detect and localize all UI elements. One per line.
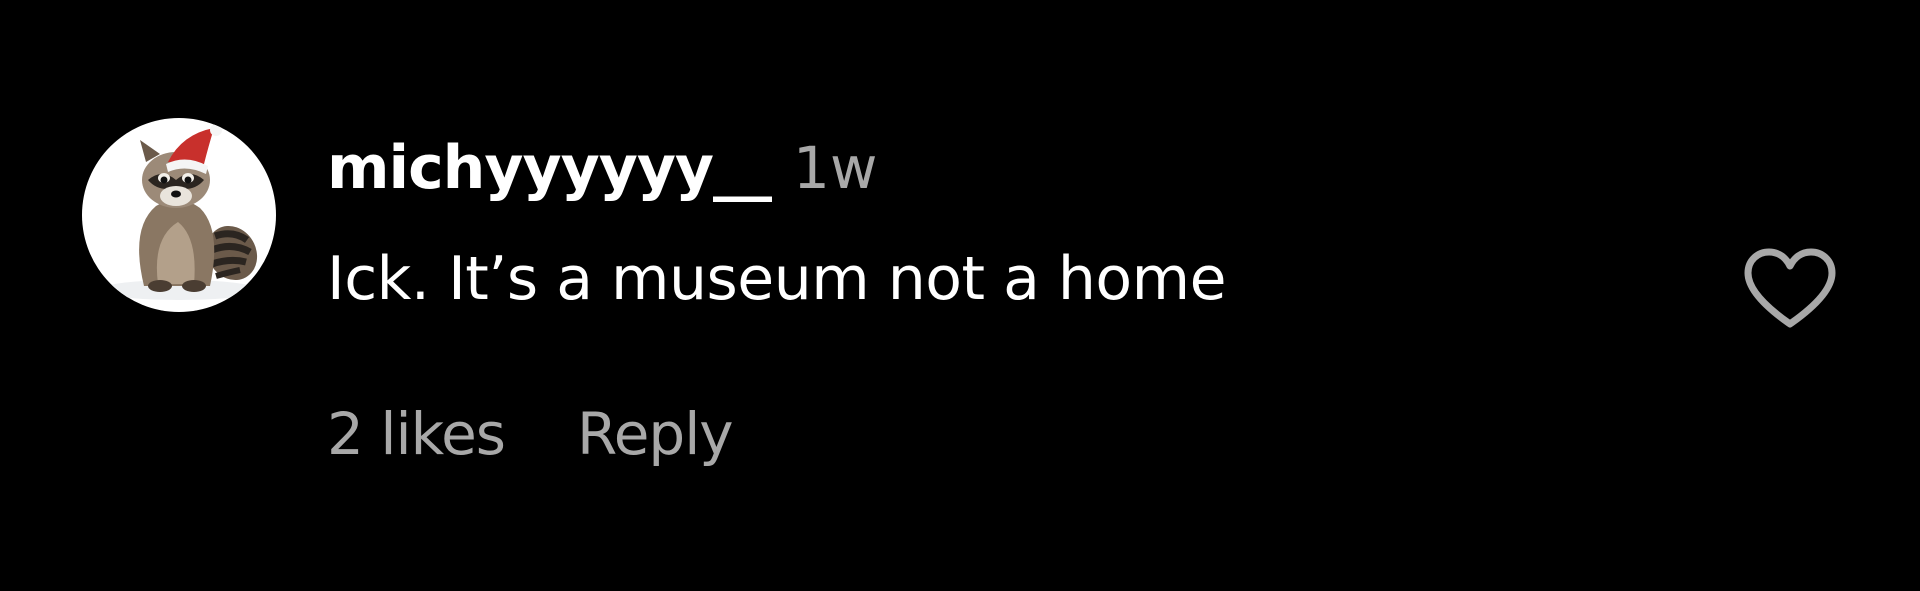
heart-outline-icon	[1744, 248, 1836, 328]
comment-item: michyyyyyy__ 1w Ick. It’s a museum not a …	[0, 0, 1920, 591]
like-button[interactable]	[1740, 246, 1840, 330]
username-link[interactable]: michyyyyyy__	[327, 133, 772, 203]
avatar[interactable]	[82, 118, 276, 312]
comment-text: Ick. It’s a museum not a home	[327, 244, 1227, 314]
comment-header: michyyyyyy__ 1w	[327, 133, 877, 213]
comment-actions: 2 likes Reply	[327, 400, 734, 468]
likes-count-link[interactable]: 2 likes	[327, 400, 506, 468]
raccoon-santa-hat-icon	[99, 124, 259, 300]
reply-button[interactable]: Reply	[577, 400, 734, 468]
timestamp: 1w	[793, 134, 878, 202]
